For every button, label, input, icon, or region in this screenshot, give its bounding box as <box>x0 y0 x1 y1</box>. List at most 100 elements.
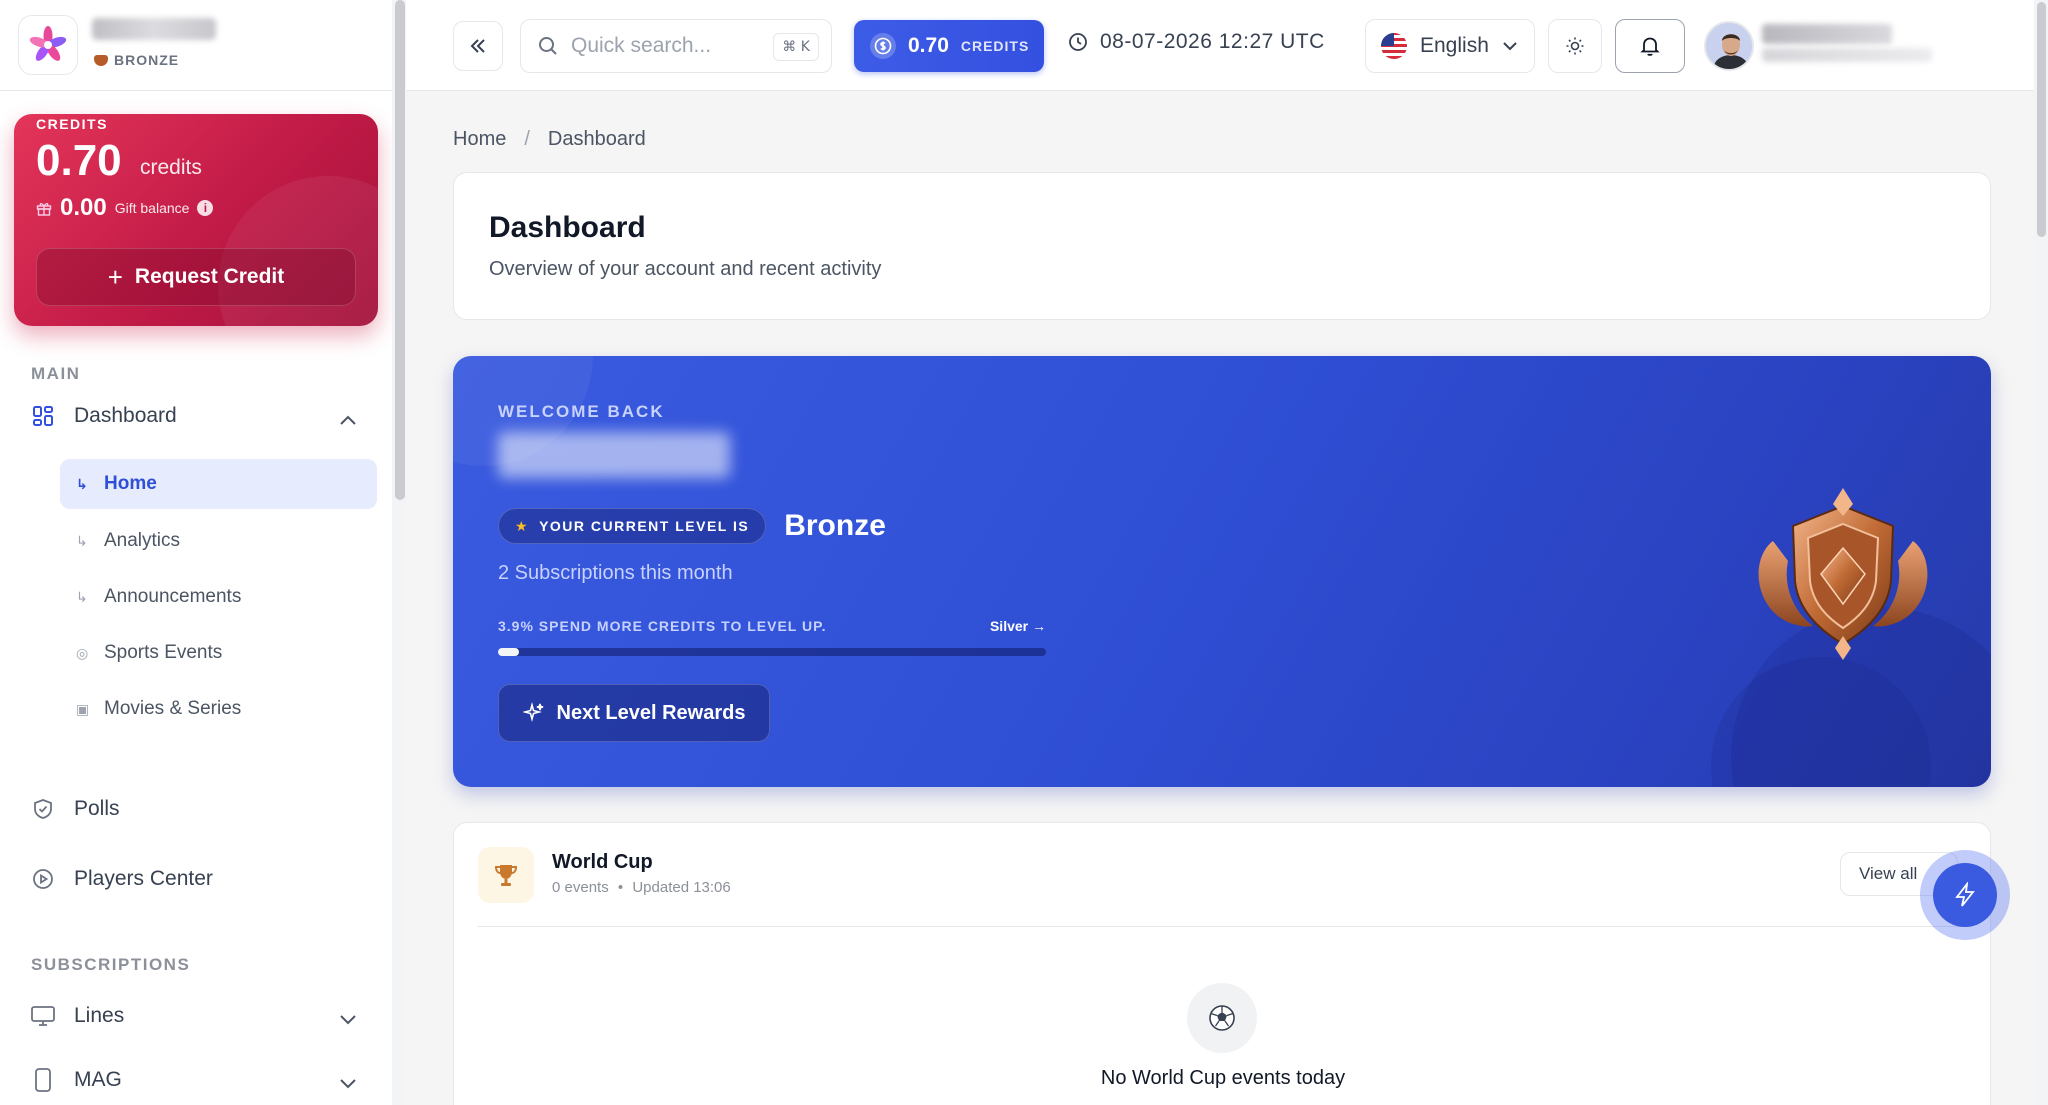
header-credits-amount: 0.70 <box>908 34 949 57</box>
user-name-redacted <box>1762 24 1892 44</box>
sports-ball-icon: ◎ <box>76 644 89 661</box>
chevron-up-icon[interactable] <box>338 413 358 432</box>
divider <box>478 926 1968 927</box>
sidebar-subitem-analytics[interactable]: ↳ Analytics <box>60 516 377 566</box>
sidebar-subitem-label: Analytics <box>104 530 181 551</box>
credit-card: CREDITS 0.70 credits 0.00 Gift balance i… <box>14 114 378 326</box>
sidebar-subitem-movies-series[interactable]: ▣ Movies & Series <box>60 684 377 734</box>
header-credits-badge[interactable]: 0.70 CREDITS <box>854 20 1044 72</box>
world-cup-card: World Cup 0 events • Updated 13:06 View … <box>453 822 1991 1105</box>
gift-icon <box>36 203 52 216</box>
page-subtitle: Overview of your account and recent acti… <box>489 258 882 280</box>
sidebar-item-dashboard[interactable]: Dashboard <box>30 403 177 429</box>
subitem-arrow-icon: ↳ <box>76 532 88 549</box>
level-progress-bar <box>498 648 1046 656</box>
sun-icon <box>1566 37 1584 55</box>
next-level-link[interactable]: Silver → <box>990 618 1046 634</box>
user-email-redacted <box>1762 48 1932 62</box>
credit-card-amount: 0.70 <box>36 136 122 185</box>
request-credit-label: Request Credit <box>134 265 285 288</box>
notifications-button[interactable] <box>1615 19 1685 73</box>
sidebar-item-label: Dashboard <box>74 404 177 427</box>
brand-logo[interactable] <box>18 15 78 75</box>
section-subscriptions-title: SUBSCRIPTIONS <box>31 955 191 974</box>
sidebar-item-label: Polls <box>74 797 120 820</box>
breadcrumb: Home / Dashboard <box>453 128 646 151</box>
page-scrollbar-thumb[interactable] <box>2037 2 2046 237</box>
shield-check-icon <box>30 796 56 822</box>
sidebar-item-label: Players Center <box>74 867 213 890</box>
current-level-pill-label: YOUR CURRENT LEVEL IS <box>539 518 750 534</box>
breadcrumb-separator: / <box>524 128 530 150</box>
sidebar-subitem-home[interactable]: ↳ Home <box>60 459 377 509</box>
device-icon <box>30 1067 56 1093</box>
sidebar-subitem-announcements[interactable]: ↳ Announcements <box>60 572 377 622</box>
current-level: ★ YOUR CURRENT LEVEL IS Bronze <box>498 508 886 544</box>
sidebar-item-lines[interactable]: Lines <box>30 1003 124 1029</box>
sidebar-item-label: Lines <box>74 1004 125 1027</box>
dashboard-grid-icon <box>30 403 56 429</box>
quick-action-fab[interactable] <box>1920 850 2010 940</box>
sidebar-subitem-label: Sports Events <box>104 642 223 663</box>
bronze-badge-icon <box>94 54 108 66</box>
chevron-down-icon[interactable] <box>338 1012 358 1031</box>
search-input[interactable] <box>571 34 771 58</box>
server-datetime: 08-07-2026 12:27 UTC <box>1100 30 1325 53</box>
sidebar-subitem-label: Home <box>104 473 157 494</box>
chevron-down-icon[interactable] <box>338 1076 358 1095</box>
sidebar-item-mag[interactable]: MAG <box>30 1067 122 1093</box>
bronze-shield-icon <box>1758 488 1928 660</box>
trophy-icon <box>478 847 534 903</box>
credit-card-unit: credits <box>140 156 202 179</box>
brand-header: BRONZE <box>0 0 392 91</box>
view-all-label: View all <box>1859 864 1918 883</box>
breadcrumb-home-link[interactable]: Home <box>453 128 506 151</box>
quick-search[interactable]: ⌘ K <box>520 19 832 73</box>
breadcrumb-current: Dashboard <box>547 128 646 150</box>
welcome-username-redacted <box>498 432 730 478</box>
search-shortcut-hint: ⌘ K <box>773 33 819 61</box>
credit-card-label: CREDITS <box>36 116 108 132</box>
welcome-label: WELCOME BACK <box>498 402 665 421</box>
monitor-icon <box>30 1003 56 1029</box>
server-clock: 08-07-2026 12:27 UTC <box>1068 30 1325 54</box>
sidebar-item-label: MAG <box>74 1068 122 1091</box>
search-icon <box>539 37 557 55</box>
play-circle-icon <box>30 866 56 892</box>
section-main-title: MAIN <box>31 364 81 383</box>
brand-username-redacted <box>92 18 216 40</box>
us-flag-icon <box>1381 33 1407 59</box>
sparkles-icon <box>522 702 543 723</box>
sidebar-subitem-label: Movies & Series <box>104 698 242 719</box>
sidebar-item-players-center[interactable]: Players Center <box>30 866 213 892</box>
language-label: English <box>1420 34 1489 57</box>
sidebar-subitem-sports-events[interactable]: ◎ Sports Events <box>60 628 377 678</box>
current-level-pill: ★ YOUR CURRENT LEVEL IS <box>498 508 767 544</box>
user-avatar[interactable] <box>1704 21 1754 71</box>
world-cup-empty-state: No World Cup events today <box>1100 1067 1346 1089</box>
theme-toggle-button[interactable] <box>1548 19 1602 73</box>
world-cup-meta: 0 events • Updated 13:06 <box>552 879 731 896</box>
play-square-icon: ▣ <box>76 700 90 717</box>
chevron-down-icon <box>1503 42 1517 51</box>
collapse-sidebar-button[interactable] <box>453 21 503 71</box>
sidebar-item-polls[interactable]: Polls <box>30 796 120 822</box>
chevrons-left-icon <box>470 39 485 53</box>
sidebar: BRONZE CREDITS 0.70 credits 0.00 Gift ba… <box>0 0 393 1105</box>
bell-icon <box>1640 37 1660 56</box>
brand-tier-badge: BRONZE <box>94 52 179 68</box>
sidebar-scrollbar-thumb[interactable] <box>395 0 405 500</box>
level-progress-labels: 3.9% SPEND MORE CREDITS TO LEVEL UP. Sil… <box>498 618 1046 634</box>
star-icon: ★ <box>515 517 530 534</box>
request-credit-button[interactable]: + Request Credit <box>36 248 356 306</box>
language-selector[interactable]: English <box>1365 19 1535 73</box>
info-icon[interactable]: i <box>197 200 214 216</box>
world-cup-event-count: 0 events <box>552 879 609 896</box>
next-level-rewards-button[interactable]: Next Level Rewards <box>498 684 770 742</box>
monthly-subscriptions: 2 Subscriptions this month <box>498 562 733 584</box>
page-scrollbar[interactable] <box>2034 0 2048 1105</box>
next-level-rewards-label: Next Level Rewards <box>556 701 746 724</box>
top-header: ⌘ K 0.70 CREDITS 08-07-2026 12:27 UTC En… <box>406 0 2034 91</box>
subitem-arrow-icon: ↳ <box>76 588 88 605</box>
quick-action-fab-inner <box>1933 863 1997 927</box>
